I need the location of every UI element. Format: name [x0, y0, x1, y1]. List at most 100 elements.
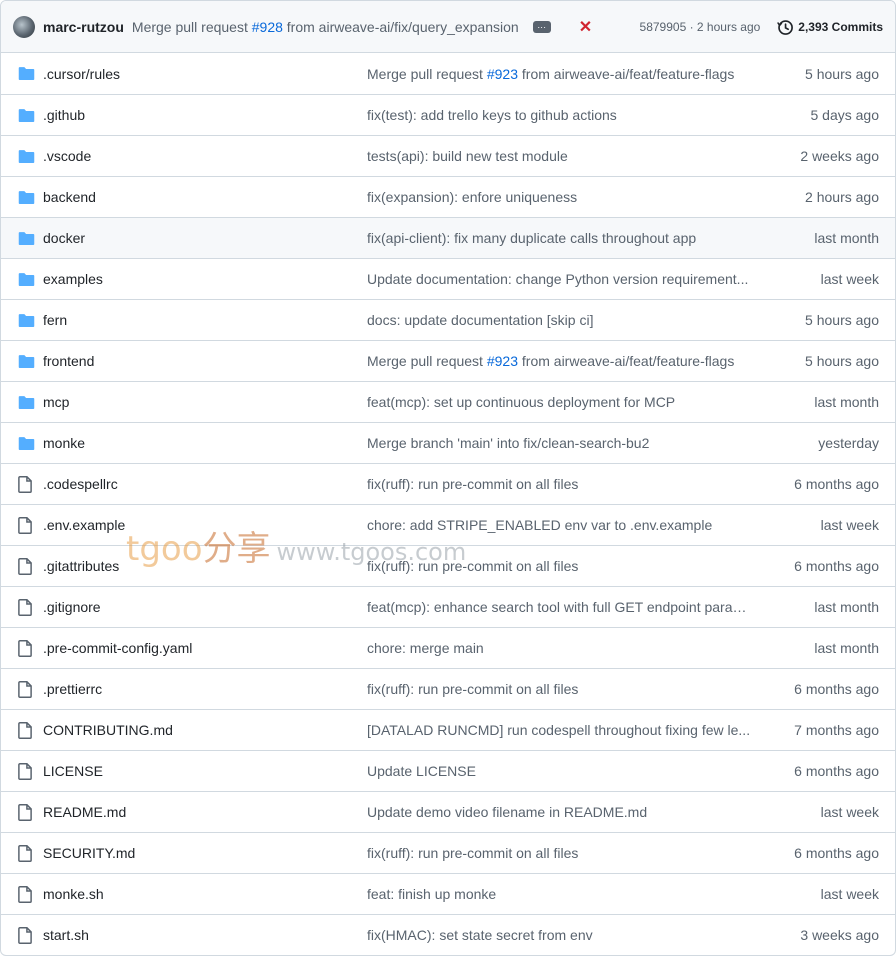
- commit-pr-link[interactable]: #928: [252, 19, 283, 35]
- file-name-link[interactable]: examples: [43, 271, 367, 287]
- table-row[interactable]: mcp feat(mcp): set up continuous deployme…: [1, 381, 895, 422]
- folder-icon: [18, 66, 35, 82]
- commit-time: yesterday: [818, 435, 879, 451]
- table-row[interactable]: LICENSE Update LICENSE 6 months ago: [1, 750, 895, 791]
- file-name-link[interactable]: .prettierrc: [43, 681, 367, 697]
- commit-message-link[interactable]: feat: finish up monke: [367, 886, 753, 902]
- commit-message-link[interactable]: Merge branch 'main' into fix/clean-searc…: [367, 435, 753, 451]
- commits-count-link[interactable]: 2,393 Commits: [798, 20, 883, 34]
- table-row[interactable]: start.sh fix(HMAC): set state secret from…: [1, 914, 895, 955]
- commit-message-link[interactable]: fix(ruff): run pre-commit on all files: [367, 845, 753, 861]
- file-name-link[interactable]: .gitignore: [43, 599, 367, 615]
- folder-icon: [18, 189, 35, 205]
- file-name-link[interactable]: .pre-commit-config.yaml: [43, 640, 367, 656]
- commit-time: last week: [820, 517, 879, 533]
- commit-message-link[interactable]: Update demo video filename in README.md: [367, 804, 753, 820]
- commit-message-link[interactable]: Update LICENSE: [367, 763, 753, 779]
- commit-time: 5 hours ago: [805, 353, 879, 369]
- commit-time: 5 hours ago: [805, 312, 879, 328]
- file-icon: [18, 598, 35, 616]
- file-name-link[interactable]: README.md: [43, 804, 367, 820]
- table-row[interactable]: CONTRIBUTING.md [DATALAD RUNCMD] run code…: [1, 709, 895, 750]
- commit-message-link[interactable]: fix(HMAC): set state secret from env: [367, 927, 753, 943]
- file-name-link[interactable]: .github: [43, 107, 367, 123]
- file-name-link[interactable]: backend: [43, 189, 367, 205]
- file-icon: [18, 926, 35, 944]
- table-row[interactable]: .gitignore feat(mcp): enhance search tool…: [1, 586, 895, 627]
- file-name-link[interactable]: .codespellrc: [43, 476, 367, 492]
- file-name-link[interactable]: fern: [43, 312, 367, 328]
- table-row[interactable]: README.md Update demo video filename in R…: [1, 791, 895, 832]
- expand-message-button[interactable]: ···: [532, 20, 551, 33]
- folder-icon: [18, 107, 35, 123]
- table-row[interactable]: .codespellrc fix(ruff): run pre-commit on…: [1, 463, 895, 504]
- commit-time: 6 months ago: [794, 763, 879, 779]
- file-name-link[interactable]: .cursor/rules: [43, 66, 367, 82]
- commit-message-link[interactable]: Update documentation: change Python vers…: [367, 271, 753, 287]
- file-name-link[interactable]: start.sh: [43, 927, 367, 943]
- commit-time: 6 months ago: [794, 681, 879, 697]
- table-row[interactable]: .prettierrc fix(ruff): run pre-commit on …: [1, 668, 895, 709]
- commit-message-link[interactable]: Merge pull request #923 from airweave-ai…: [367, 66, 753, 82]
- file-name-link[interactable]: monke.sh: [43, 886, 367, 902]
- commit-message-prefix[interactable]: Merge pull request: [132, 19, 252, 35]
- file-name-link[interactable]: .vscode: [43, 148, 367, 164]
- commit-time: last month: [814, 599, 879, 615]
- table-row[interactable]: fern docs: update documentation [skip ci]…: [1, 299, 895, 340]
- commit-message-suffix[interactable]: from airweave-ai/feat/feature-flags: [518, 66, 734, 82]
- commit-message-link[interactable]: tests(api): build new test module: [367, 148, 753, 164]
- commit-time: last week: [820, 271, 879, 287]
- latest-commit-message[interactable]: Merge pull request #928 from airweave-ai…: [132, 19, 519, 35]
- table-row[interactable]: examples Update documentation: change Pyt…: [1, 258, 895, 299]
- table-row[interactable]: .vscode tests(api): build new test module…: [1, 135, 895, 176]
- table-row[interactable]: monke Merge branch 'main' into fix/clean-…: [1, 422, 895, 463]
- table-row[interactable]: docker fix(api-client): fix many duplicat…: [1, 217, 895, 258]
- commit-message-link[interactable]: docs: update documentation [skip ci]: [367, 312, 753, 328]
- file-name-link[interactable]: mcp: [43, 394, 367, 410]
- commit-message-link[interactable]: fix(expansion): enfore uniqueness: [367, 189, 753, 205]
- commit-author[interactable]: marc-rutzou: [43, 19, 124, 35]
- file-name-link[interactable]: .env.example: [43, 517, 367, 533]
- commit-message-link[interactable]: fix(test): add trello keys to github act…: [367, 107, 753, 123]
- file-name-link[interactable]: monke: [43, 435, 367, 451]
- file-icon: [18, 803, 35, 821]
- commit-message-suffix[interactable]: from airweave-ai/fix/query_expansion: [283, 19, 519, 35]
- table-row[interactable]: .github fix(test): add trello keys to git…: [1, 94, 895, 135]
- commit-message-link[interactable]: feat(mcp): enhance search tool with full…: [367, 599, 753, 615]
- check-failed-icon[interactable]: ✕: [579, 17, 592, 37]
- table-row[interactable]: .env.example chore: add STRIPE_ENABLED en…: [1, 504, 895, 545]
- pr-link[interactable]: #923: [487, 353, 518, 369]
- file-name-link[interactable]: CONTRIBUTING.md: [43, 722, 367, 738]
- commit-message-link[interactable]: Merge pull request #923 from airweave-ai…: [367, 353, 753, 369]
- commit-message-link[interactable]: fix(ruff): run pre-commit on all files: [367, 558, 753, 574]
- commit-message-prefix[interactable]: Merge pull request: [367, 353, 487, 369]
- file-name-link[interactable]: docker: [43, 230, 367, 246]
- table-row[interactable]: frontend Merge pull request #923 from air…: [1, 340, 895, 381]
- commit-message-link[interactable]: fix(api-client): fix many duplicate call…: [367, 230, 753, 246]
- table-row[interactable]: .gitattributes fix(ruff): run pre-commit …: [1, 545, 895, 586]
- commit-message-link[interactable]: chore: add STRIPE_ENABLED env var to .en…: [367, 517, 753, 533]
- pr-link[interactable]: #923: [487, 66, 518, 82]
- table-row[interactable]: backend fix(expansion): enfore uniqueness…: [1, 176, 895, 217]
- commit-time: last month: [814, 394, 879, 410]
- file-name-link[interactable]: frontend: [43, 353, 367, 369]
- commit-message-suffix[interactable]: from airweave-ai/feat/feature-flags: [518, 353, 734, 369]
- file-name-link[interactable]: .gitattributes: [43, 558, 367, 574]
- table-row[interactable]: monke.sh feat: finish up monke last week: [1, 873, 895, 914]
- commit-message-link[interactable]: [DATALAD RUNCMD] run codespell throughou…: [367, 722, 753, 738]
- file-name-link[interactable]: SECURITY.md: [43, 845, 367, 861]
- table-row[interactable]: .cursor/rules Merge pull request #923 fro…: [1, 53, 895, 94]
- avatar[interactable]: [13, 15, 35, 38]
- commit-message-prefix[interactable]: Merge pull request: [367, 66, 487, 82]
- commit-message-link[interactable]: fix(ruff): run pre-commit on all files: [367, 476, 753, 492]
- commit-message-link[interactable]: feat(mcp): set up continuous deployment …: [367, 394, 753, 410]
- folder-icon: [18, 271, 35, 287]
- commit-time: 3 weeks ago: [800, 927, 879, 943]
- commit-message-link[interactable]: chore: merge main: [367, 640, 753, 656]
- table-row[interactable]: .pre-commit-config.yaml chore: merge main…: [1, 627, 895, 668]
- file-name-link[interactable]: LICENSE: [43, 763, 367, 779]
- file-icon: [18, 516, 35, 534]
- commit-message-link[interactable]: fix(ruff): run pre-commit on all files: [367, 681, 753, 697]
- table-row[interactable]: SECURITY.md fix(ruff): run pre-commit on …: [1, 832, 895, 873]
- commit-sha-time[interactable]: 5879905 · 2 hours ago: [640, 20, 761, 34]
